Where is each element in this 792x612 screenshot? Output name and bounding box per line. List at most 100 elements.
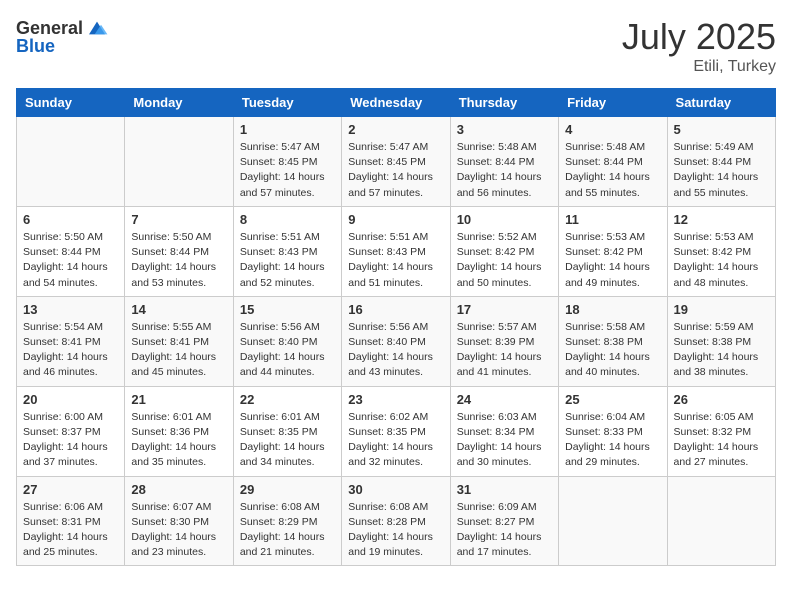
day-number: 7 bbox=[131, 212, 226, 227]
calendar-cell: 29 Sunrise: 6:08 AMSunset: 8:29 PMDayligh… bbox=[233, 476, 341, 566]
cell-content: Sunrise: 5:54 AMSunset: 8:41 PMDaylight:… bbox=[23, 320, 118, 381]
calendar-cell bbox=[17, 117, 125, 207]
calendar-cell: 27 Sunrise: 6:06 AMSunset: 8:31 PMDayligh… bbox=[17, 476, 125, 566]
cell-content: Sunrise: 6:06 AMSunset: 8:31 PMDaylight:… bbox=[23, 500, 118, 561]
calendar-cell: 25 Sunrise: 6:04 AMSunset: 8:33 PMDayligh… bbox=[559, 386, 667, 476]
calendar-cell bbox=[125, 117, 233, 207]
logo-blue: Blue bbox=[16, 36, 55, 57]
day-number: 15 bbox=[240, 302, 335, 317]
cell-content: Sunrise: 6:05 AMSunset: 8:32 PMDaylight:… bbox=[674, 410, 769, 471]
day-number: 12 bbox=[674, 212, 769, 227]
calendar-cell: 6 Sunrise: 5:50 AMSunset: 8:44 PMDaylight… bbox=[17, 206, 125, 296]
cell-content: Sunrise: 5:58 AMSunset: 8:38 PMDaylight:… bbox=[565, 320, 660, 381]
cell-content: Sunrise: 5:50 AMSunset: 8:44 PMDaylight:… bbox=[23, 230, 118, 291]
calendar-cell: 30 Sunrise: 6:08 AMSunset: 8:28 PMDayligh… bbox=[342, 476, 450, 566]
column-header-sunday: Sunday bbox=[17, 89, 125, 117]
day-number: 20 bbox=[23, 392, 118, 407]
calendar-cell: 28 Sunrise: 6:07 AMSunset: 8:30 PMDayligh… bbox=[125, 476, 233, 566]
day-number: 18 bbox=[565, 302, 660, 317]
title-block: July 2025 Etili, Turkey bbox=[622, 16, 776, 76]
calendar-cell: 13 Sunrise: 5:54 AMSunset: 8:41 PMDayligh… bbox=[17, 296, 125, 386]
calendar-cell: 4 Sunrise: 5:48 AMSunset: 8:44 PMDaylight… bbox=[559, 117, 667, 207]
day-number: 27 bbox=[23, 482, 118, 497]
day-number: 22 bbox=[240, 392, 335, 407]
calendar-cell: 23Sunrise: 6:02 AMSunset: 8:35 PMDayligh… bbox=[342, 386, 450, 476]
day-number: 26 bbox=[674, 392, 769, 407]
day-number: 6 bbox=[23, 212, 118, 227]
calendar-cell bbox=[559, 476, 667, 566]
cell-content: Sunrise: 6:09 AMSunset: 8:27 PMDaylight:… bbox=[457, 500, 552, 561]
cell-content: Sunrise: 5:56 AMSunset: 8:40 PMDaylight:… bbox=[348, 320, 443, 381]
calendar-cell: 21 Sunrise: 6:01 AMSunset: 8:36 PMDayligh… bbox=[125, 386, 233, 476]
calendar-cell: 3 Sunrise: 5:48 AMSunset: 8:44 PMDaylight… bbox=[450, 117, 558, 207]
cell-content: Sunrise: 6:08 AMSunset: 8:29 PMDaylight:… bbox=[240, 500, 335, 561]
cell-content: Sunrise: 6:08 AMSunset: 8:28 PMDaylight:… bbox=[348, 500, 443, 561]
calendar-cell: 5Sunrise: 5:49 AMSunset: 8:44 PMDaylight… bbox=[667, 117, 775, 207]
cell-content: Sunrise: 6:07 AMSunset: 8:30 PMDaylight:… bbox=[131, 500, 226, 561]
cell-content: Sunrise: 6:03 AMSunset: 8:34 PMDaylight:… bbox=[457, 410, 552, 471]
cell-content: Sunrise: 6:00 AMSunset: 8:37 PMDaylight:… bbox=[23, 410, 118, 471]
day-number: 19 bbox=[674, 302, 769, 317]
calendar-cell: 26 Sunrise: 6:05 AMSunset: 8:32 PMDayligh… bbox=[667, 386, 775, 476]
calendar-week-2: 6 Sunrise: 5:50 AMSunset: 8:44 PMDaylight… bbox=[17, 206, 776, 296]
calendar-cell: 22Sunrise: 6:01 AMSunset: 8:35 PMDayligh… bbox=[233, 386, 341, 476]
column-header-monday: Monday bbox=[125, 89, 233, 117]
calendar-cell bbox=[667, 476, 775, 566]
calendar: SundayMondayTuesdayWednesdayThursdayFrid… bbox=[16, 88, 776, 566]
location-title: Etili, Turkey bbox=[622, 58, 776, 76]
day-number: 17 bbox=[457, 302, 552, 317]
day-number: 30 bbox=[348, 482, 443, 497]
day-number: 23 bbox=[348, 392, 443, 407]
calendar-cell: 31Sunrise: 6:09 AMSunset: 8:27 PMDayligh… bbox=[450, 476, 558, 566]
day-number: 28 bbox=[131, 482, 226, 497]
cell-content: Sunrise: 5:53 AMSunset: 8:42 PMDaylight:… bbox=[565, 230, 660, 291]
cell-content: Sunrise: 5:48 AMSunset: 8:44 PMDaylight:… bbox=[457, 140, 552, 201]
day-number: 2 bbox=[348, 122, 443, 137]
column-header-friday: Friday bbox=[559, 89, 667, 117]
page-header: General Blue July 2025 Etili, Turkey bbox=[16, 16, 776, 76]
cell-content: Sunrise: 5:59 AMSunset: 8:38 PMDaylight:… bbox=[674, 320, 769, 381]
calendar-cell: 19 Sunrise: 5:59 AMSunset: 8:38 PMDayligh… bbox=[667, 296, 775, 386]
column-header-wednesday: Wednesday bbox=[342, 89, 450, 117]
day-number: 9 bbox=[348, 212, 443, 227]
calendar-cell: 2 Sunrise: 5:47 AMSunset: 8:45 PMDaylight… bbox=[342, 117, 450, 207]
day-number: 24 bbox=[457, 392, 552, 407]
cell-content: Sunrise: 5:47 AMSunset: 8:45 PMDaylight:… bbox=[348, 140, 443, 201]
column-header-saturday: Saturday bbox=[667, 89, 775, 117]
cell-content: Sunrise: 5:48 AMSunset: 8:44 PMDaylight:… bbox=[565, 140, 660, 201]
calendar-cell: 1Sunrise: 5:47 AMSunset: 8:45 PMDaylight… bbox=[233, 117, 341, 207]
calendar-cell: 16 Sunrise: 5:56 AMSunset: 8:40 PMDayligh… bbox=[342, 296, 450, 386]
day-number: 11 bbox=[565, 212, 660, 227]
calendar-cell: 14Sunrise: 5:55 AMSunset: 8:41 PMDayligh… bbox=[125, 296, 233, 386]
cell-content: Sunrise: 6:04 AMSunset: 8:33 PMDaylight:… bbox=[565, 410, 660, 471]
cell-content: Sunrise: 5:50 AMSunset: 8:44 PMDaylight:… bbox=[131, 230, 226, 291]
day-number: 16 bbox=[348, 302, 443, 317]
cell-content: Sunrise: 5:49 AMSunset: 8:44 PMDaylight:… bbox=[674, 140, 769, 201]
calendar-week-3: 13 Sunrise: 5:54 AMSunset: 8:41 PMDayligh… bbox=[17, 296, 776, 386]
cell-content: Sunrise: 5:51 AMSunset: 8:43 PMDaylight:… bbox=[240, 230, 335, 291]
cell-content: Sunrise: 5:57 AMSunset: 8:39 PMDaylight:… bbox=[457, 320, 552, 381]
day-number: 25 bbox=[565, 392, 660, 407]
calendar-week-1: 1Sunrise: 5:47 AMSunset: 8:45 PMDaylight… bbox=[17, 117, 776, 207]
cell-content: Sunrise: 5:51 AMSunset: 8:43 PMDaylight:… bbox=[348, 230, 443, 291]
calendar-cell: 7 Sunrise: 5:50 AMSunset: 8:44 PMDaylight… bbox=[125, 206, 233, 296]
day-number: 4 bbox=[565, 122, 660, 137]
calendar-week-4: 20 Sunrise: 6:00 AMSunset: 8:37 PMDayligh… bbox=[17, 386, 776, 476]
day-number: 21 bbox=[131, 392, 226, 407]
cell-content: Sunrise: 5:47 AMSunset: 8:45 PMDaylight:… bbox=[240, 140, 335, 201]
day-number: 10 bbox=[457, 212, 552, 227]
column-header-tuesday: Tuesday bbox=[233, 89, 341, 117]
logo: General Blue bbox=[16, 16, 109, 57]
cell-content: Sunrise: 6:01 AMSunset: 8:36 PMDaylight:… bbox=[131, 410, 226, 471]
calendar-cell: 12Sunrise: 5:53 AMSunset: 8:42 PMDayligh… bbox=[667, 206, 775, 296]
month-title: July 2025 bbox=[622, 16, 776, 58]
day-number: 14 bbox=[131, 302, 226, 317]
calendar-header-row: SundayMondayTuesdayWednesdayThursdayFrid… bbox=[17, 89, 776, 117]
calendar-cell: 18 Sunrise: 5:58 AMSunset: 8:38 PMDayligh… bbox=[559, 296, 667, 386]
calendar-week-5: 27 Sunrise: 6:06 AMSunset: 8:31 PMDayligh… bbox=[17, 476, 776, 566]
cell-content: Sunrise: 5:52 AMSunset: 8:42 PMDaylight:… bbox=[457, 230, 552, 291]
logo-icon bbox=[85, 16, 109, 40]
day-number: 29 bbox=[240, 482, 335, 497]
day-number: 13 bbox=[23, 302, 118, 317]
day-number: 3 bbox=[457, 122, 552, 137]
